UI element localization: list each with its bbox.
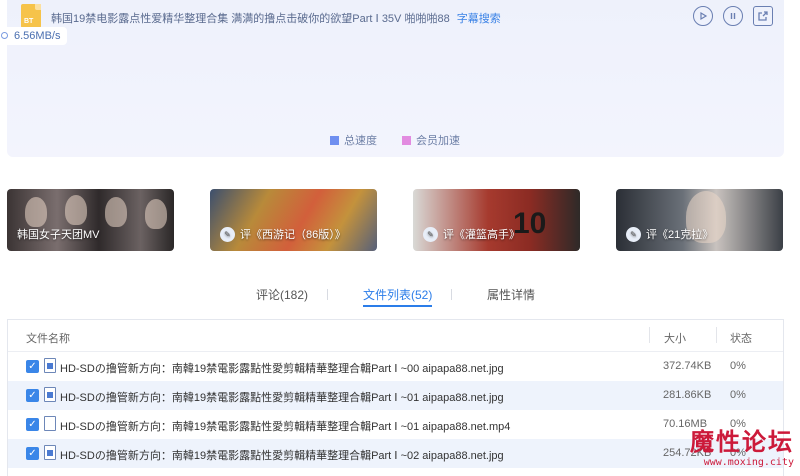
tab-divider <box>451 289 452 300</box>
row-checkbox[interactable]: ✓ <box>26 418 39 431</box>
play-icon[interactable] <box>693 6 713 26</box>
card-label: 评《西游记（86版）》 <box>240 229 346 241</box>
current-speed-tag: 6.56MB/s <box>0 27 68 45</box>
image-file-icon <box>44 387 56 402</box>
tab-divider <box>327 289 328 300</box>
watermark-title: 魔性论坛 <box>690 427 794 456</box>
legend-label-total: 总速度 <box>344 135 377 147</box>
row-checkbox[interactable]: ✓ <box>26 389 39 402</box>
comment-badge-icon: ✎ <box>626 226 641 242</box>
header-size[interactable]: 大小 <box>664 330 686 346</box>
table-row[interactable]: ✓ HD-SDの撸管新方向：南韓19禁電影露點性愛剪輯精華整理合輯Part Ⅰ … <box>8 439 783 468</box>
recommend-card-3[interactable]: 10 ✎ 评《灌篮高手》 <box>413 189 580 251</box>
file-list-table: 文件名称 大小 状态 ✓ HD-SDの撸管新方向：南韓19禁電影露點性愛剪輯精華… <box>7 319 784 476</box>
column-divider[interactable] <box>716 327 717 343</box>
file-status: 0% <box>730 360 746 372</box>
legend-swatch-total <box>330 135 339 145</box>
card-label: 韩国女子天团MV <box>17 229 100 241</box>
tab-comments[interactable]: 评论(182) <box>256 286 308 303</box>
legend-swatch-vip <box>402 135 411 145</box>
recommend-card-4[interactable]: ✎ 评《21克拉》 <box>616 189 783 251</box>
tab-file-list[interactable]: 文件列表(52) <box>363 286 433 307</box>
forum-watermark: 魔性论坛 www.moxing.city <box>690 422 794 468</box>
file-name: HD-SDの撸管新方向：南韓19禁電影露點性愛剪輯精華整理合輯Part Ⅰ ~0… <box>60 450 504 462</box>
image-file-icon <box>44 358 56 373</box>
legend-vip-speed: 会员加速 <box>402 132 460 148</box>
task-title: 韩国19禁电影露点性爱精华整理合集 满满的撸点击破你的欲望Part Ⅰ 35V … <box>51 10 501 26</box>
file-name: HD-SDの撸管新方向：南韓19禁電影露點性愛剪輯精華整理合輯Part Ⅰ ~0… <box>60 363 504 375</box>
file-status: 0% <box>730 389 746 401</box>
download-progress-panel: BT 韩国19禁电影露点性爱精华整理合集 满满的撸点击破你的欲望Part Ⅰ 3… <box>7 0 784 157</box>
header-status[interactable]: 状态 <box>730 330 752 346</box>
file-name: HD-SDの撸管新方向：南韓19禁電影露點性愛剪輯精華整理合輯Part Ⅰ ~0… <box>60 392 504 404</box>
recommend-card-1[interactable]: 韩国女子天团MV <box>7 189 174 251</box>
card-label: 评《灌篮高手》 <box>443 229 520 241</box>
table-row[interactable]: ✓ HD-SDの撸管新方向：南韓19禁電影露點性愛剪輯精華整理合輯Part Ⅰ … <box>8 352 783 381</box>
file-badge: BT <box>24 18 34 25</box>
header-name[interactable]: 文件名称 <box>26 330 70 346</box>
column-divider[interactable] <box>649 327 650 343</box>
row-checkbox[interactable]: ✓ <box>26 360 39 373</box>
watermark-url: www.moxing.city <box>703 457 794 468</box>
video-file-icon <box>44 416 56 431</box>
file-size: 372.74KB <box>663 360 712 372</box>
open-icon[interactable] <box>753 6 773 26</box>
subtitle-search-link[interactable]: 字幕搜索 <box>457 13 501 25</box>
image-file-icon <box>44 445 56 460</box>
pause-icon[interactable] <box>723 6 743 26</box>
comment-badge-icon: ✎ <box>220 226 235 242</box>
file-size: 281.86KB <box>663 389 712 401</box>
table-row[interactable]: ✓ HD-SDの撸管新方向：南韓19禁電影露點性愛剪輯精華整理合輯Part Ⅰ … <box>8 381 783 410</box>
detail-tabs: 评论(182) 文件列表(52) 属性详情 <box>0 286 800 307</box>
table-row[interactable]: ✓ HD-SDの撸管新方向：南韓19禁電影露點性愛剪輯精華整理合輯Part Ⅰ … <box>8 410 783 439</box>
comment-badge-icon: ✎ <box>423 226 438 242</box>
speed-dot-icon <box>1 32 8 39</box>
legend-label-vip: 会员加速 <box>416 135 460 147</box>
card-label: 评《21克拉》 <box>646 229 714 241</box>
file-name: HD-SDの撸管新方向：南韓19禁電影露點性愛剪輯精華整理合輯Part Ⅰ ~0… <box>60 421 511 433</box>
tab-properties[interactable]: 属性详情 <box>487 286 535 303</box>
task-title-text: 韩国19禁电影露点性爱精华整理合集 满满的撸点击破你的欲望Part Ⅰ 35V … <box>51 13 450 25</box>
bt-file-icon: BT <box>21 4 41 28</box>
legend-total-speed: 总速度 <box>330 132 377 148</box>
row-checkbox[interactable]: ✓ <box>26 447 39 460</box>
table-header: 文件名称 大小 状态 <box>8 320 783 352</box>
recommend-card-2[interactable]: ✎ 评《西游记（86版）》 <box>210 189 377 251</box>
current-speed: 6.56MB/s <box>14 30 61 42</box>
